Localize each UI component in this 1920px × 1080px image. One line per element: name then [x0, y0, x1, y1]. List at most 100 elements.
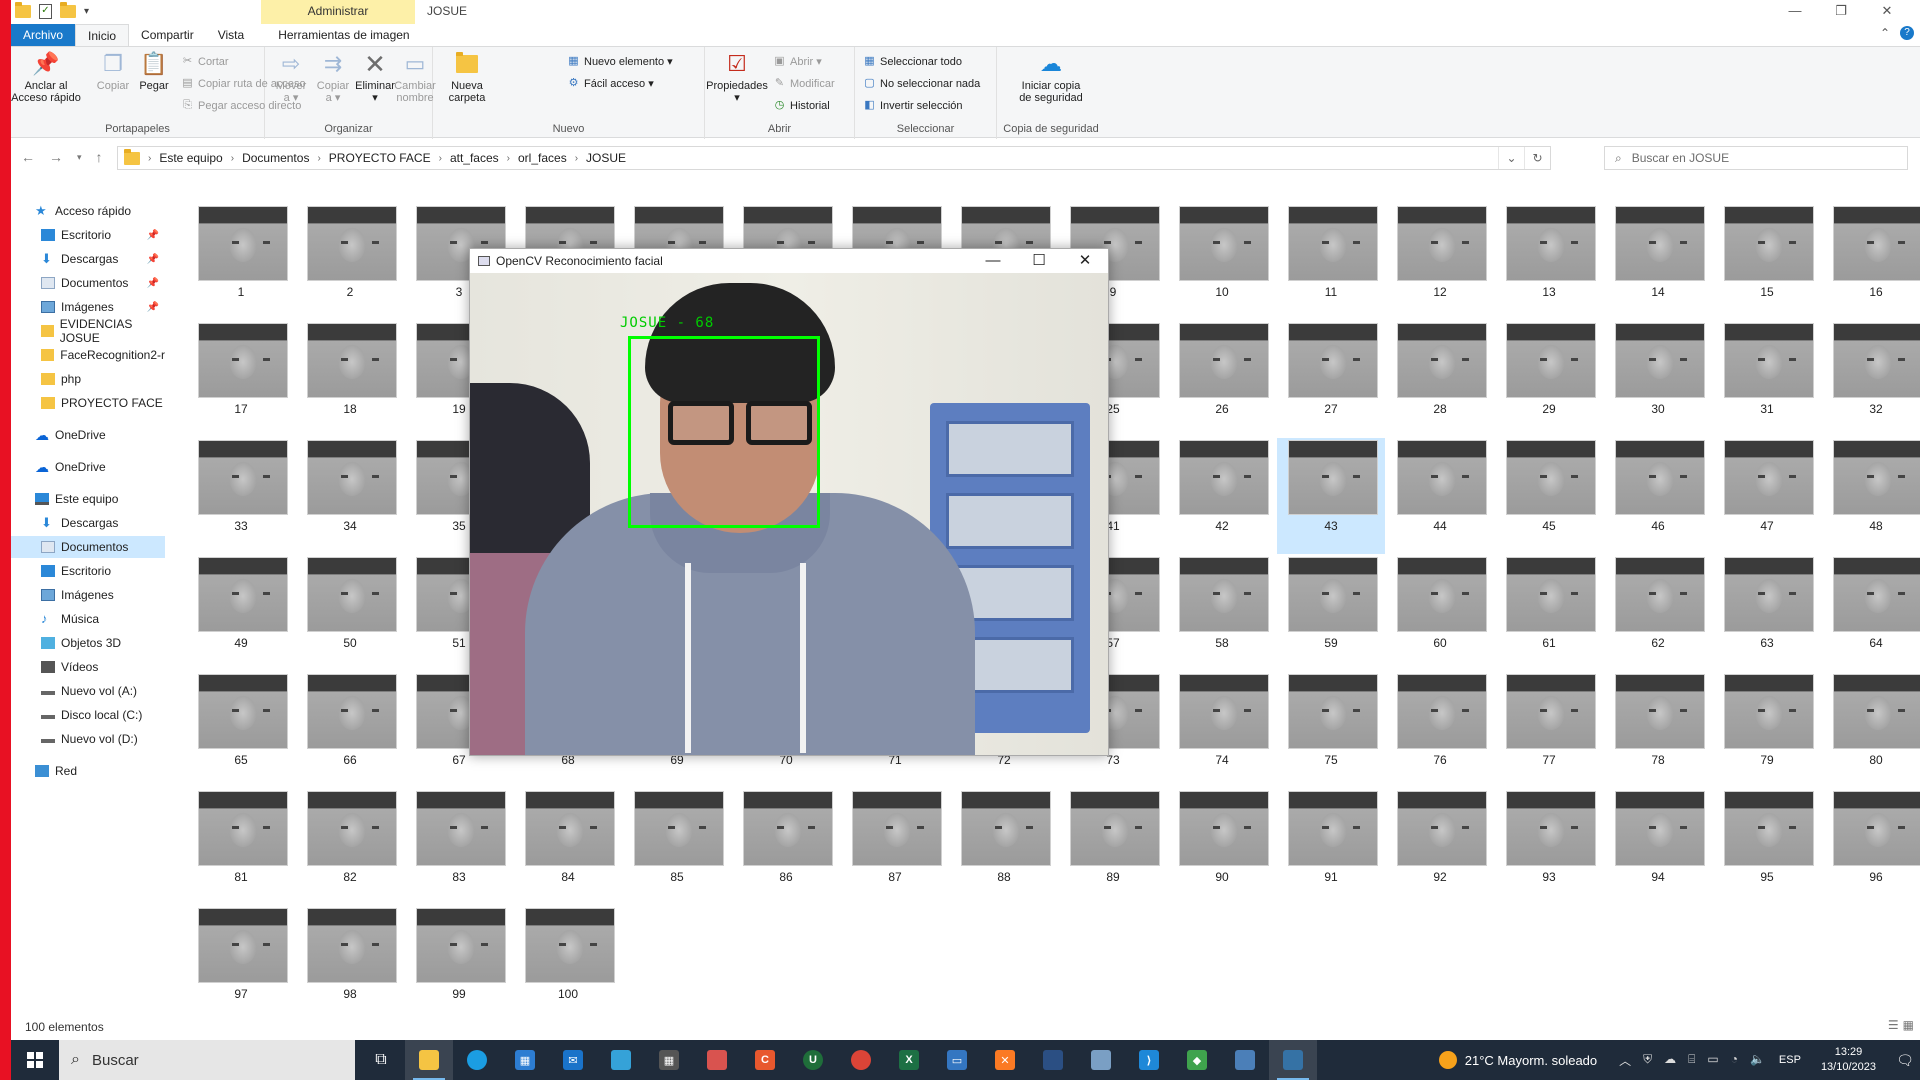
move-to-button[interactable]: ⇨ Mover a ▾: [273, 51, 309, 105]
address-dropdown-icon[interactable]: ⌄: [1498, 147, 1524, 169]
file-thumbnail[interactable]: 44: [1386, 438, 1494, 554]
tab-herramientas-imagen[interactable]: Herramientas de imagen: [266, 24, 421, 46]
file-thumbnail[interactable]: 97: [187, 906, 295, 1022]
nav-documentos-pinned[interactable]: Documentos 📌: [11, 272, 165, 294]
cloud-sync-icon[interactable]: ☁: [1664, 1052, 1676, 1069]
edge-browser-icon[interactable]: [453, 1040, 501, 1080]
minimize-button[interactable]: —: [970, 249, 1016, 273]
nav-pc-descargas[interactable]: ⬇ Descargas: [11, 512, 165, 534]
chevron-right-icon[interactable]: ›: [317, 153, 320, 164]
language-indicator[interactable]: ESP: [1779, 1054, 1801, 1066]
python-idle-icon[interactable]: [1221, 1040, 1269, 1080]
file-thumbnail[interactable]: 42: [1168, 438, 1276, 554]
task-view-icon[interactable]: ⧉: [357, 1040, 405, 1080]
pin-quick-access-button[interactable]: 📌 Anclar al Acceso rápido: [11, 51, 81, 105]
delete-button[interactable]: ✕ Eliminar ▾: [355, 51, 395, 104]
nav-php[interactable]: php: [11, 368, 165, 390]
select-none-button[interactable]: ▢ No seleccionar nada: [863, 77, 980, 90]
notifications-icon[interactable]: 🗨: [1890, 1052, 1920, 1069]
breadcrumb-proyecto-face[interactable]: PROYECTO FACE: [329, 151, 431, 165]
nav-pc-vol-a[interactable]: Nuevo vol (A:): [11, 680, 165, 702]
file-thumbnail[interactable]: 14: [1604, 204, 1712, 320]
nav-pc-videos[interactable]: Vídeos: [11, 656, 165, 678]
file-thumbnail[interactable]: 17: [187, 321, 295, 437]
chevron-right-icon[interactable]: ›: [148, 153, 151, 164]
nav-pc-imagenes[interactable]: Imágenes: [11, 584, 165, 606]
file-thumbnail[interactable]: 58: [1168, 555, 1276, 671]
file-thumbnail[interactable]: 66: [296, 672, 404, 788]
nav-imagenes-pinned[interactable]: Imágenes 📌: [11, 296, 165, 318]
file-thumbnail[interactable]: 83: [405, 789, 513, 905]
refresh-icon[interactable]: ↻: [1524, 147, 1550, 169]
forward-arrow-icon[interactable]: →: [49, 149, 63, 165]
file-thumbnail[interactable]: 91: [1277, 789, 1385, 905]
file-thumbnail[interactable]: 11: [1277, 204, 1385, 320]
close-button[interactable]: ✕: [1864, 0, 1910, 24]
file-thumbnail[interactable]: 30: [1604, 321, 1712, 437]
file-thumbnail[interactable]: 92: [1386, 789, 1494, 905]
file-thumbnail[interactable]: 80: [1822, 672, 1920, 788]
network-status-icon[interactable]: ⌸: [1688, 1052, 1695, 1069]
taskbar-search[interactable]: ⌕ Buscar: [59, 1040, 355, 1080]
breadcrumb-att-faces[interactable]: att_faces: [450, 151, 499, 165]
file-thumbnail[interactable]: 74: [1168, 672, 1276, 788]
start-backup-button[interactable]: ☁ Iniciar copia de seguridad: [1007, 51, 1095, 105]
file-thumbnail[interactable]: 10: [1168, 204, 1276, 320]
details-view-icon[interactable]: ☰: [1888, 1018, 1899, 1032]
git-app-icon[interactable]: ◆: [1173, 1040, 1221, 1080]
file-thumbnail[interactable]: 34: [296, 438, 404, 554]
help-icon[interactable]: ?: [1900, 26, 1914, 40]
large-icons-view-icon[interactable]: ▦: [1903, 1018, 1914, 1032]
maximize-button[interactable]: ❐: [1818, 0, 1864, 24]
customize-toolbar-icon[interactable]: ▾: [84, 6, 89, 17]
nav-escritorio-pinned[interactable]: Escritorio 📌: [11, 224, 165, 246]
nav-pc-objetos-3d[interactable]: Objetos 3D: [11, 632, 165, 654]
chevron-right-icon[interactable]: ›: [231, 153, 234, 164]
nav-quick-access[interactable]: ★ Acceso rápido: [11, 200, 165, 222]
copy-to-button[interactable]: ⇉ Copiar a ▾: [315, 51, 351, 105]
minimize-button[interactable]: —: [1772, 0, 1818, 24]
remote-desktop-icon[interactable]: ▭: [933, 1040, 981, 1080]
file-thumbnail[interactable]: 86: [732, 789, 840, 905]
netbeans-icon[interactable]: [1029, 1040, 1077, 1080]
nav-descargas-pinned[interactable]: ⬇ Descargas 📌: [11, 248, 165, 270]
nav-evidencias-josue[interactable]: EVIDENCIAS JOSUE: [11, 317, 165, 345]
folder-icon[interactable]: [15, 2, 31, 18]
open-button[interactable]: ▣ Abrir ▾: [773, 55, 822, 68]
file-thumbnail[interactable]: 78: [1604, 672, 1712, 788]
select-all-button[interactable]: ▦ Seleccionar todo: [863, 55, 962, 68]
xampp-icon[interactable]: ✕: [981, 1040, 1029, 1080]
easy-access-button[interactable]: ⚙ Fácil acceso ▾: [567, 77, 654, 90]
store-icon[interactable]: ▦: [501, 1040, 549, 1080]
search-box[interactable]: ⌕ Buscar en JOSUE: [1604, 146, 1908, 170]
close-button[interactable]: ✕: [1062, 249, 1108, 273]
file-thumbnail[interactable]: 62: [1604, 555, 1712, 671]
file-thumbnail[interactable]: 31: [1713, 321, 1821, 437]
volume-icon[interactable]: 🔈: [1750, 1052, 1765, 1069]
file-thumbnail[interactable]: 12: [1386, 204, 1494, 320]
tab-archivo[interactable]: Archivo: [11, 24, 76, 46]
breadcrumb-este-equipo[interactable]: Este equipo: [159, 151, 222, 165]
file-thumbnail[interactable]: 75: [1277, 672, 1385, 788]
file-explorer-app-icon[interactable]: [405, 1040, 453, 1080]
up-arrow-icon[interactable]: ↑: [96, 149, 103, 165]
new-item-button[interactable]: ▦ Nuevo elemento ▾: [567, 55, 672, 68]
copy-button[interactable]: ❐ Copiar: [93, 51, 133, 93]
nav-onedrive-1[interactable]: ☁ OneDrive: [11, 424, 165, 446]
cut-button[interactable]: ✂ Cortar: [181, 55, 229, 68]
file-thumbnail[interactable]: 15: [1713, 204, 1821, 320]
file-thumbnail[interactable]: 27: [1277, 321, 1385, 437]
file-thumbnail[interactable]: 48: [1822, 438, 1920, 554]
file-thumbnail[interactable]: 88: [950, 789, 1058, 905]
file-thumbnail[interactable]: 79: [1713, 672, 1821, 788]
notes-app-icon[interactable]: [597, 1040, 645, 1080]
recent-locations-icon[interactable]: ▾: [77, 152, 82, 165]
vscode-icon[interactable]: ⟩: [1125, 1040, 1173, 1080]
excel-icon[interactable]: X: [885, 1040, 933, 1080]
nav-pc-documentos[interactable]: Documentos: [11, 536, 165, 558]
security-icon[interactable]: ⛨: [1643, 1052, 1652, 1069]
chevron-right-icon[interactable]: ›: [507, 153, 510, 164]
file-thumbnail[interactable]: 2: [296, 204, 404, 320]
paint-app-icon[interactable]: [693, 1040, 741, 1080]
python-running-icon[interactable]: [1269, 1040, 1317, 1080]
